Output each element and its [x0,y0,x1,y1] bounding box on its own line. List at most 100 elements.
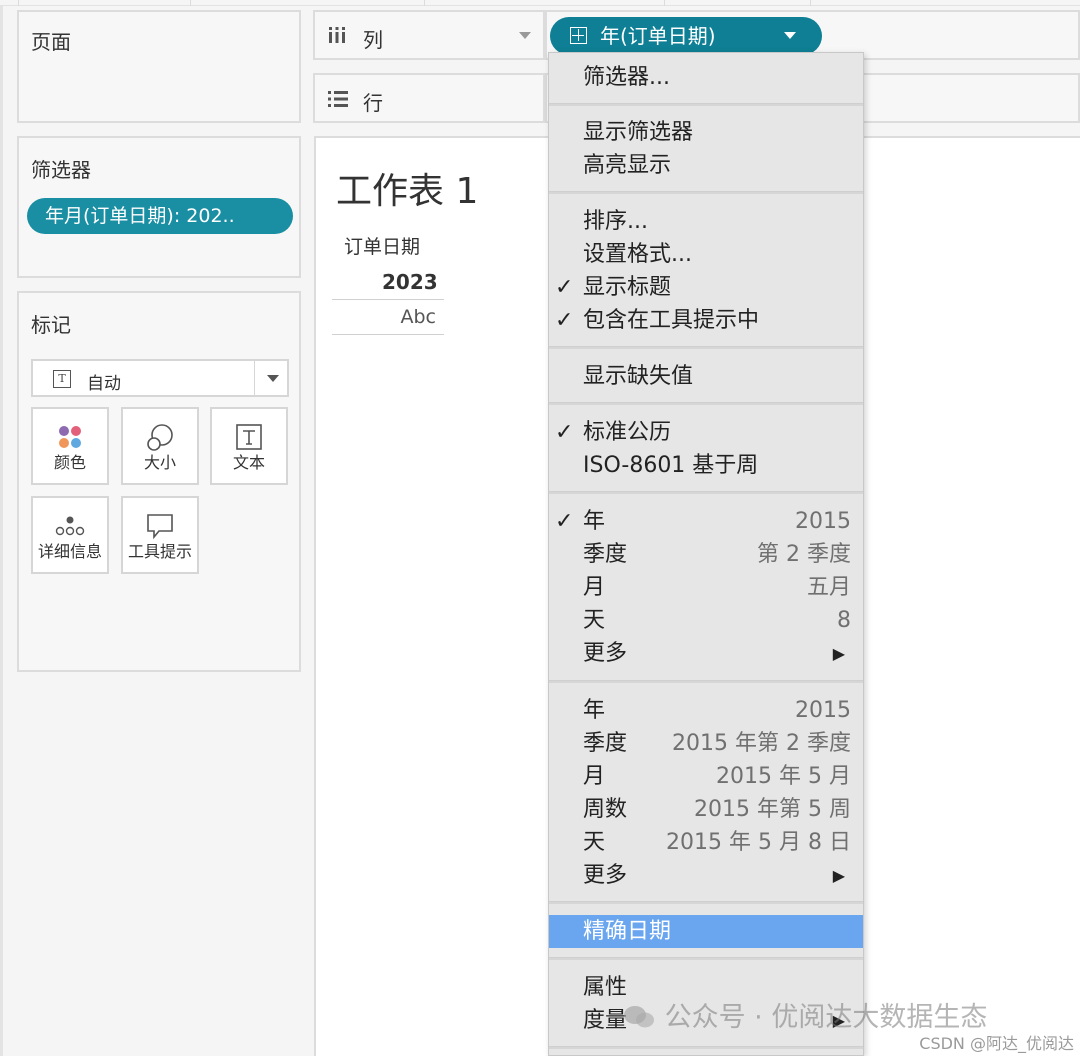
year-header-value[interactable]: 2023 [382,270,438,294]
menu-item-month-value[interactable]: 月 2015 年 5 月 [549,760,863,793]
rows-shelf[interactable]: 行 [313,73,545,123]
chevron-down-icon[interactable] [784,32,796,39]
text-label: 文本 [232,453,265,472]
column-header[interactable]: 订单日期 [344,232,420,259]
menu-item-label: 天 [583,830,606,855]
menu-item-sort[interactable]: 排序... [549,205,863,238]
menu-item-day-value[interactable]: 天 2015 年 5 月 8 日 [549,826,863,859]
marks-panel: 标记 T 自动 颜色 大小 文本 详细信息 工具提示 [17,291,301,672]
menu-check: ✓ [555,509,574,534]
year-order-date-pill[interactable]: 年(订单日期) [550,17,822,55]
menu-item-gregorian[interactable]: ✓ 标准公历 [549,416,863,449]
menu-separator [549,1046,863,1049]
wechat-icon [624,1006,654,1028]
chevron-down-icon[interactable] [519,32,531,39]
pages-title: 页面 [31,30,71,54]
pages-panel: 页面 [17,10,301,123]
menu-item-show-missing[interactable]: 显示缺失值 [549,360,863,393]
size-button[interactable]: 大小 [121,407,199,485]
menu-separator [549,901,863,904]
menu-item-exact-date[interactable]: 精确日期 [549,915,863,948]
menu-item-label: 天 [583,608,606,633]
tooltip-icon [147,514,173,540]
menu-item-more-parts[interactable]: 更多 ▶ [549,637,863,670]
menu-item-label: 属性 [583,975,628,1000]
menu-separator [549,957,863,960]
text-icon [236,424,262,450]
menu-item-year-part[interactable]: ✓ 年 2015 [549,505,863,538]
menu-item-label: 月 [583,575,606,600]
menu-item-filter[interactable]: 筛选器... [549,61,863,94]
menu-item-label: 显示筛选器 [583,120,694,145]
detail-button[interactable]: 详细信息 [31,496,109,574]
menu-item-label: 年 [583,509,606,534]
csdn-credit: CSDN @阿达_优阅达 [919,1034,1074,1053]
text-button[interactable]: 文本 [210,407,288,485]
watermark: 公众号 · 优阅达大数据生态 [622,995,987,1034]
menu-item-day-part[interactable]: 天8 [549,604,863,637]
header-divider [332,299,444,300]
menu-item-label: 月 [583,764,606,789]
menu-item-label: 年 [583,698,606,723]
color-icon [59,426,81,448]
menu-item-label: 季度 [583,542,628,567]
menu-item-year-value[interactable]: 年 2015 [549,694,863,727]
menu-item-value: 2015 年 5 月 [716,764,851,789]
menu-item-value: 2015 年第 5 周 [694,797,851,822]
columns-icon [329,27,345,43]
menu-item-label: 高亮显示 [583,153,672,178]
menu-separator [549,680,863,683]
menu-item-label: 精确日期 [583,919,672,944]
menu-separator [549,191,863,194]
dropdown-separator [254,361,255,395]
menu-item-label: 显示缺失值 [583,364,694,389]
columns-label: 列 [363,28,383,52]
columns-shelf[interactable]: 列 [313,10,545,60]
submenu-arrow-icon: ▶ [832,644,845,663]
watermark-text: 公众号 · 优阅达大数据生态 [664,1002,988,1033]
menu-item-value: 2015 年第 2 季度 [672,731,851,756]
menu-item-value: 第 2 季度 [757,542,851,567]
menu-item-month-part[interactable]: 月 五月 [549,571,863,604]
menu-item-value: 五月 [806,575,851,600]
tooltip-label: 工具提示 [127,542,192,561]
detail-label: 详细信息 [37,542,102,561]
menu-separator [549,402,863,405]
menu-item-format[interactable]: 设置格式... [549,238,863,271]
expand-plus-icon[interactable] [570,27,587,44]
menu-item-quarter-value[interactable]: 季度 2015 年第 2 季度 [549,727,863,760]
menu-item-quarter-part[interactable]: 季度 第 2 季度 [549,538,863,571]
menu-item-label: 周数 [583,797,628,822]
color-button[interactable]: 颜色 [31,407,109,485]
menu-item-week-value[interactable]: 周数 2015 年第 5 周 [549,793,863,826]
text-mark-icon: T [53,370,71,388]
size-label: 大小 [143,453,176,472]
cell-value[interactable]: Abc [396,306,436,328]
mark-type-dropdown[interactable]: T 自动 [31,359,289,397]
menu-item-label: 显示标题 [583,275,672,300]
color-label: 颜色 [53,453,86,472]
menu-item-value: 2015 [795,509,851,534]
menu-item-more-values[interactable]: 更多 ▶ [549,859,863,892]
menu-item-value: 2015 [795,698,851,723]
tooltip-button[interactable]: 工具提示 [121,496,199,574]
marks-title: 标记 [31,313,71,337]
filters-panel: 筛选器 年月(订单日期): 202.. [17,136,301,278]
menu-separator [549,491,863,494]
menu-item-highlight[interactable]: 高亮显示 [549,149,863,182]
menu-item-label: 标准公历 [583,420,672,445]
rows-label: 行 [363,91,383,115]
menu-item-value: 8 [837,608,851,633]
pill-label: 年(订单日期) [600,24,716,48]
menu-item-show-header[interactable]: ✓ 显示标题 [549,271,863,304]
left-edge-divider [0,6,3,1056]
menu-item-label: 设置格式... [583,242,692,267]
top-toolbar-strip [0,0,1080,6]
mark-type-label: 自动 [87,374,121,394]
menu-item-iso8601[interactable]: ISO-8601 基于周 [549,449,863,482]
menu-item-include-tooltip[interactable]: ✓ 包含在工具提示中 [549,304,863,337]
menu-item-show-filter[interactable]: 显示筛选器 [549,116,863,149]
menu-item-label: 包含在工具提示中 [583,308,760,333]
menu-item-label: 更多 [583,641,628,666]
filter-pill-year-month[interactable]: 年月(订单日期): 202.. [27,198,293,234]
